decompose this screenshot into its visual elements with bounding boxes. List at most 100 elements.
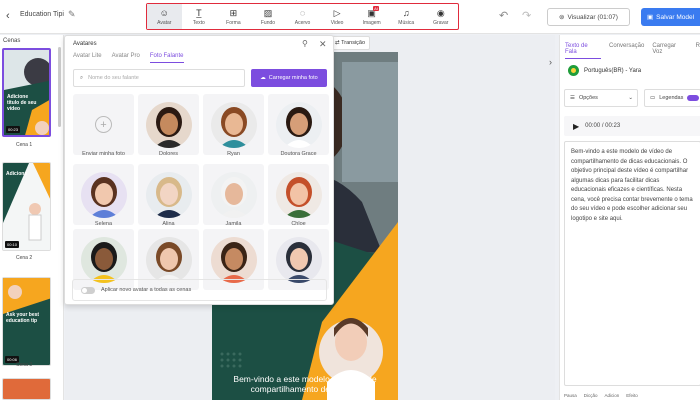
avatar-tile[interactable] (138, 164, 199, 225)
pause-button[interactable]: Pausa (564, 393, 577, 398)
avatar-tile[interactable] (203, 164, 264, 225)
subtitles-toggle-row[interactable]: ▭ Legendas (644, 89, 700, 107)
background-icon: ▨ (263, 7, 273, 18)
avatar-name: Alina (162, 221, 175, 227)
save-label: Salvar Model (656, 13, 695, 21)
voice-language-select[interactable]: Português(BR) - Yara (568, 65, 641, 76)
avatar-search-input[interactable]: ⌕ Nome do seu falante (73, 69, 245, 87)
apply-all-label: Aplicar novo avatar a todas as cenas (101, 287, 192, 293)
plus-icon: + (95, 116, 112, 133)
options-select[interactable]: ☰ Opções ⌄ (564, 89, 638, 107)
upload-my-photo-tile[interactable]: + (73, 94, 134, 155)
subtitles-toggle[interactable] (687, 95, 700, 101)
redo-icon[interactable]: ↷ (522, 9, 531, 22)
play-icon[interactable]: ▶ (573, 122, 579, 131)
tool-label: Música (398, 19, 415, 26)
tool-label: Acervo (294, 19, 311, 26)
tool-música[interactable]: ♫ Música (389, 4, 424, 29)
tab-avatar-pro[interactable]: Avatar Pro (112, 53, 140, 63)
audio-player: ▶ 00:00 / 00:23 (564, 116, 700, 136)
tool-gravar[interactable]: ◉ Gravar (424, 4, 459, 29)
slide-caption[interactable]: Bem-vindo a este modelo de vídeo de comp… (223, 374, 387, 394)
shapes-icon: ⊞ (229, 7, 238, 18)
tab-texto-de-fala[interactable]: Texto de Fala (565, 43, 601, 59)
avatar-portrait (80, 236, 127, 283)
preview-icon: ⊚ (559, 14, 565, 21)
tool-acervo[interactable]: ◌ Acervo (285, 4, 320, 29)
add-button[interactable]: Adicion (605, 393, 620, 398)
tool-label: Video (330, 19, 344, 26)
upload-label: Carregar minha foto (268, 75, 318, 81)
tool-label: Fundo (260, 19, 276, 26)
tab-r[interactable]: R (696, 43, 700, 59)
transition-button[interactable]: ⇄ Transição (330, 36, 370, 50)
save-button[interactable]: ▣ Salvar Model (641, 8, 700, 26)
project-name[interactable]: Education Tipi (20, 11, 64, 18)
scene-1-title: Adicione título de seu vídeo (7, 94, 37, 112)
tool-label: Gravar (433, 19, 449, 26)
avatar-portrait (210, 236, 257, 283)
transition-label: Transição (341, 40, 366, 46)
pencil-icon[interactable]: ✎ (68, 9, 76, 20)
avatar-tile[interactable] (268, 164, 329, 225)
scenes-scrollbar[interactable] (58, 47, 61, 127)
right-panel: Texto de Fala Conversação Carregar Voz R… (559, 35, 700, 400)
avatar-portrait (210, 101, 257, 148)
avatar-tile[interactable] (138, 94, 199, 155)
diction-button[interactable]: Dicção (584, 393, 598, 398)
pin-icon[interactable]: ⚲ (302, 39, 308, 48)
preview-button[interactable]: ⊚ Visualizar (01:07) (547, 8, 630, 26)
apply-all-toggle[interactable] (81, 286, 95, 294)
scene-3-title: Ask your best education tip (6, 312, 40, 324)
upload-photo-button[interactable]: ☁ Carregar minha foto (251, 69, 327, 87)
avatar-panel-title: Avatares (73, 41, 97, 47)
scene-1-label: Cena 1 (16, 142, 33, 148)
scene-thumb-4[interactable] (2, 378, 51, 400)
avatar-portrait (145, 236, 192, 283)
subtitles-icon: ▭ (650, 95, 656, 101)
close-icon[interactable]: ✕ (319, 39, 327, 50)
library-icon: ◌ (299, 7, 306, 18)
tool-imagem[interactable]: ▣ Imagem AI (354, 4, 389, 29)
legend-label: Legendas (659, 95, 684, 101)
avatar-portrait (80, 171, 127, 218)
chevron-left-icon[interactable]: ‹ (6, 10, 10, 22)
avatar-portrait (145, 171, 192, 218)
avatar-name: Enviar minha foto (82, 151, 125, 157)
scene-thumb-3[interactable]: Ask your best education tip 00:06 (2, 277, 51, 366)
undo-icon[interactable]: ↶ (499, 9, 508, 22)
tool-label: Texto (192, 19, 205, 26)
avatar-portrait (275, 236, 322, 283)
tab-conversacao[interactable]: Conversação (609, 43, 644, 59)
speech-tabs: Texto de Fala Conversação Carregar Voz R (565, 43, 700, 59)
tool-forma[interactable]: ⊞ Forma (216, 4, 251, 29)
tool-avatar[interactable]: ☺ Avatar (147, 4, 182, 29)
tool-texto[interactable]: T̲ Texto (182, 4, 217, 29)
preview-label: Visualizar (01:07) (567, 13, 618, 21)
effect-button[interactable]: Efeito (626, 393, 638, 398)
scene-thumb-2[interactable]: Adicione 00:10 (2, 162, 51, 251)
sliders-icon: ☰ (570, 95, 575, 101)
scene-2-title: Adicione (6, 171, 28, 177)
tab-foto-falante[interactable]: Foto Falante (149, 53, 184, 63)
avatar-name: Selena (94, 221, 113, 227)
tab-carregar-voz[interactable]: Carregar Voz (652, 43, 687, 59)
avatar-tile[interactable] (268, 94, 329, 155)
apply-all-row: Aplicar novo avatar a todas as cenas (72, 279, 327, 301)
scene-thumb-1[interactable]: Adicione título de seu vídeo 00:23 (2, 48, 51, 137)
scenes-panel: Cenas Adicione título de seu vídeo 00:23… (0, 35, 64, 400)
video-icon: ▷ (333, 7, 341, 18)
avatar-portrait (275, 101, 322, 148)
tab-avatar-lite[interactable]: Avatar Lite (73, 53, 102, 63)
tool-label: Forma (226, 19, 241, 26)
speech-text-area[interactable]: Bem-vindo a este modelo de vídeo de comp… (564, 141, 700, 386)
speech-bottom-toolbar: Pausa Dicção Adicion Efeito (564, 393, 638, 398)
tool-video[interactable]: ▷ Video (320, 4, 355, 29)
avatar-tile[interactable] (73, 164, 134, 225)
scene-2-duration: 00:10 (5, 241, 20, 248)
collapse-panel-icon[interactable]: › (549, 57, 552, 67)
top-bar: ‹ Education Tipi ✎ ☺ Avatar T̲ Texto ⊞ Forma ▨… (0, 0, 700, 34)
avatar-tile[interactable] (203, 94, 264, 155)
scene-1-duration: 00:23 (6, 126, 21, 133)
tool-fundo[interactable]: ▨ Fundo (251, 4, 286, 29)
